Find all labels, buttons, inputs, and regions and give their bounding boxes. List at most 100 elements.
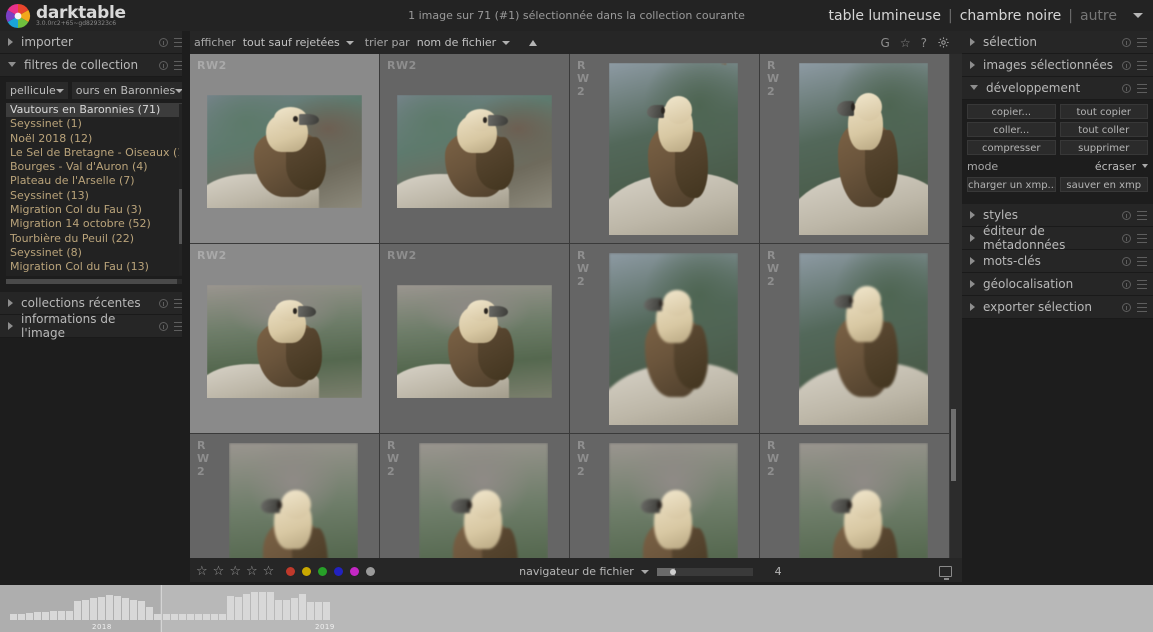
collection-list[interactable]: Vautours en Baronnies (71) Seyssinet (1)… bbox=[6, 103, 184, 276]
grouping-icon[interactable]: G bbox=[881, 36, 890, 50]
info-icon[interactable] bbox=[1122, 302, 1131, 312]
tout-copier-button[interactable]: tout copier bbox=[1059, 104, 1148, 119]
trier-par-select[interactable]: nom de fichier bbox=[417, 36, 511, 49]
coller-button[interactable]: coller... bbox=[967, 122, 1056, 137]
monitor-icon[interactable] bbox=[939, 566, 952, 580]
module-selection[interactable]: sélection bbox=[962, 31, 1153, 54]
scrollbar-thumb[interactable] bbox=[6, 279, 177, 284]
sort-direction-icon[interactable] bbox=[529, 39, 538, 46]
list-item[interactable]: Plateau de l'Arselle (7) bbox=[6, 174, 184, 188]
list-item[interactable]: Tourbière du Peuil (22) bbox=[6, 232, 184, 246]
module-developpement[interactable]: développement bbox=[962, 77, 1153, 100]
star-4-icon[interactable]: ☆ bbox=[246, 565, 258, 578]
info-icon[interactable] bbox=[159, 321, 168, 331]
info-icon[interactable] bbox=[159, 37, 168, 47]
list-item[interactable]: Migration Col du Fau (13) bbox=[6, 260, 184, 274]
help-icon[interactable]: ? bbox=[921, 36, 927, 50]
info-icon[interactable] bbox=[159, 298, 168, 308]
afficher-select[interactable]: tout sauf rejetées bbox=[243, 36, 354, 49]
gear-icon[interactable] bbox=[937, 36, 950, 49]
thumbnail-cell[interactable]: RW2 bbox=[380, 54, 570, 244]
collection-list-hscrollbar[interactable] bbox=[6, 279, 184, 284]
star-overlay-icon[interactable]: ☆ bbox=[900, 36, 911, 50]
collection-value-input[interactable]: ours en Baronnies bbox=[71, 82, 188, 99]
color-label-blue[interactable] bbox=[334, 567, 344, 576]
thumbnail-cell[interactable]: RW2 bbox=[570, 244, 760, 434]
module-editeur-de-metadonnees[interactable]: éditeur de métadonnées bbox=[962, 224, 1153, 252]
nav-table-lumineuse[interactable]: table lumineuse bbox=[829, 8, 941, 24]
info-icon[interactable] bbox=[159, 60, 168, 70]
list-item[interactable]: Seyssinet (8) bbox=[6, 246, 184, 260]
charger-xmp-button[interactable]: charger un xmp... bbox=[967, 177, 1056, 192]
slider-knob[interactable] bbox=[670, 568, 677, 575]
module-mots-cles[interactable]: mots-clés bbox=[962, 250, 1153, 273]
list-item[interactable]: Noël 2018 (12) bbox=[6, 132, 184, 146]
list-item[interactable]: Bourges - Val d'Auron (4) bbox=[6, 160, 184, 174]
list-item[interactable]: Migration Col du Fau (3) bbox=[6, 203, 184, 217]
collection-property-select[interactable]: pellicule bbox=[6, 82, 68, 99]
color-label-gray[interactable] bbox=[366, 567, 376, 576]
presets-menu-icon[interactable] bbox=[1137, 279, 1147, 289]
thumbnail-cell[interactable]: RW2 bbox=[190, 244, 380, 434]
thumbnail-cell[interactable]: RW2 bbox=[570, 434, 760, 558]
presets-menu-icon[interactable] bbox=[1137, 83, 1147, 93]
list-item[interactable]: Le Sel de Bretagne - Oiseaux (12) bbox=[6, 146, 184, 160]
info-icon[interactable] bbox=[1122, 233, 1131, 243]
zoom-level-slider[interactable] bbox=[657, 567, 754, 576]
app-logo[interactable]: darktable 3.0.0rc2+65~gd829323c6 bbox=[0, 3, 190, 29]
tout-coller-button[interactable]: tout coller bbox=[1059, 122, 1148, 137]
list-item[interactable]: Seyssinet (13) bbox=[6, 189, 184, 203]
chevron-down-icon[interactable] bbox=[1133, 13, 1143, 18]
info-icon[interactable] bbox=[1122, 210, 1131, 220]
presets-menu-icon[interactable] bbox=[1137, 210, 1147, 220]
info-icon[interactable] bbox=[1122, 60, 1131, 70]
info-icon[interactable] bbox=[1122, 279, 1131, 289]
copier-button[interactable]: copier... bbox=[967, 104, 1056, 119]
view-mode-select[interactable]: navigateur de fichier bbox=[519, 565, 650, 578]
presets-menu-icon[interactable] bbox=[1137, 233, 1147, 243]
left-panel-collapse-handle[interactable] bbox=[182, 31, 190, 581]
color-label-yellow[interactable] bbox=[302, 567, 312, 576]
module-geolocalisation[interactable]: géolocalisation bbox=[962, 273, 1153, 296]
supprimer-button[interactable]: supprimer bbox=[1059, 140, 1148, 155]
thumbnail-cell[interactable]: RW2 bbox=[190, 434, 380, 558]
thumbnail-cell[interactable]: RW2 bbox=[760, 434, 950, 558]
thumbnail-cell[interactable]: RW2 bbox=[380, 434, 570, 558]
thumbnail-cell[interactable]: RW2 bbox=[190, 54, 380, 244]
color-label-magenta[interactable] bbox=[350, 567, 360, 576]
thumbnail-cell[interactable]: RW2 bbox=[760, 54, 950, 244]
sauver-xmp-button[interactable]: sauver en xmp bbox=[1059, 177, 1148, 192]
module-images-selectionnees[interactable]: images sélectionnées bbox=[962, 54, 1153, 77]
lighttable-grid[interactable]: RW2 RW2 R W 2 R W 2 RW2 RW2 R W 2 R W 2 … bbox=[190, 54, 962, 558]
list-item[interactable]: Migration 14 octobre (52) bbox=[6, 217, 184, 231]
color-label-red[interactable] bbox=[286, 567, 296, 576]
scrollbar-thumb[interactable] bbox=[951, 409, 956, 481]
info-icon[interactable] bbox=[1122, 256, 1131, 266]
module-importer[interactable]: importer bbox=[0, 31, 190, 54]
grid-scrollbar[interactable] bbox=[951, 54, 956, 558]
list-item[interactable]: Vautours en Baronnies (71) bbox=[6, 103, 184, 118]
star-1-icon[interactable]: ☆ bbox=[196, 565, 208, 578]
info-icon[interactable] bbox=[1122, 37, 1131, 47]
presets-menu-icon[interactable] bbox=[1137, 302, 1147, 312]
star-3-icon[interactable]: ☆ bbox=[229, 565, 241, 578]
info-icon[interactable] bbox=[1122, 83, 1131, 93]
thumbnail-cell[interactable]: RW2 bbox=[760, 244, 950, 434]
star-5-icon[interactable]: ☆ bbox=[263, 565, 275, 578]
nav-autre[interactable]: autre bbox=[1080, 8, 1117, 24]
thumbnail-cell[interactable]: RW2 bbox=[380, 244, 570, 434]
list-item[interactable]: Seyssinet (1) bbox=[6, 117, 184, 131]
presets-menu-icon[interactable] bbox=[1137, 256, 1147, 266]
module-exporter-selection[interactable]: exporter sélection bbox=[962, 296, 1153, 319]
presets-menu-icon[interactable] bbox=[1137, 60, 1147, 70]
thumbnail-cell[interactable]: RW2 bbox=[570, 54, 760, 244]
presets-menu-icon[interactable] bbox=[1137, 37, 1147, 47]
nav-chambre-noire[interactable]: chambre noire bbox=[960, 8, 1062, 24]
compresser-button[interactable]: compresser bbox=[967, 140, 1056, 155]
module-filtres-de-collection[interactable]: filtres de collection bbox=[0, 54, 190, 77]
color-label-green[interactable] bbox=[318, 567, 328, 576]
module-informations-de-l-image[interactable]: informations de l'image bbox=[0, 312, 190, 340]
mode-select[interactable]: écraser bbox=[1095, 160, 1148, 173]
timeline-panel[interactable]: 2018 2019 bbox=[0, 585, 1153, 632]
star-2-icon[interactable]: ☆ bbox=[213, 565, 225, 578]
